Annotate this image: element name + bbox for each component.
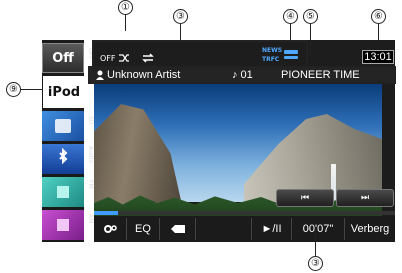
bottom-bar: EQ ►/II 00'07" Verberg [94,216,395,242]
source-bluetooth-button[interactable] [42,144,84,174]
callout-3-bottom: ③ [308,256,323,271]
callout-3b-leader [315,230,316,256]
callout-3-top: ③ [173,9,188,24]
callout-3-leader [180,24,181,42]
elapsed-time: 00'07" [292,218,345,240]
sd-card-icon [55,119,71,133]
bluetooth-icon [59,148,68,165]
eq-button[interactable]: EQ [127,218,160,240]
settings-button[interactable] [94,218,127,240]
source-am-button[interactable] [42,210,84,240]
tab-label-am: AM [87,214,94,224]
back-button[interactable] [160,218,196,240]
next-track-button[interactable]: ⏭ [336,189,394,207]
source-ipod-button[interactable]: iPod [43,76,85,108]
callout-5: ⑤ [303,9,318,24]
callout-1: ① [118,0,133,15]
prev-track-button[interactable]: ⏮ [276,189,334,207]
gear-icon [104,225,117,233]
callout-5-leader [310,24,311,54]
play-pause-button[interactable]: ►/II [252,218,292,240]
source-fm-button[interactable] [42,177,84,207]
callout-9-leader [21,89,43,90]
tab-label-fm: FM [87,180,94,189]
clock: 13:01 [362,50,394,64]
callout-4-leader [290,24,291,42]
progress-track[interactable] [94,211,395,215]
source-off-button[interactable]: Off [42,43,84,73]
tab-label-sd: SD [87,116,94,125]
progress-fill [94,211,119,215]
callout-6: ⑥ [371,9,386,24]
radio-am-icon [57,219,69,231]
highlight-box-track [88,66,396,84]
callout-1-leader [125,15,126,31]
source-sd-button[interactable] [42,111,84,141]
tab-label-audio: Audio [87,146,94,164]
empty-slot [196,218,252,240]
hide-button[interactable]: Verberg [345,218,395,240]
back-icon [170,225,185,233]
radio-icon [57,186,69,198]
callout-9: ⑨ [6,82,21,97]
callout-4: ④ [283,9,298,24]
callout-6-leader [378,24,379,42]
